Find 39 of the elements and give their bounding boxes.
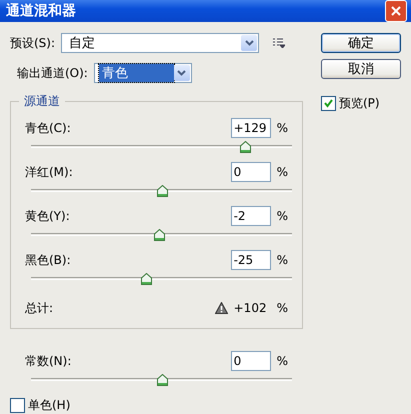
slider-thumb[interactable]: [240, 141, 252, 153]
slider-thumb[interactable]: [154, 229, 165, 241]
unit-label: %: [276, 301, 288, 315]
output-channel-dropdown[interactable]: 青色: [94, 63, 192, 83]
unit-label: %: [276, 354, 288, 368]
checkbox[interactable]: [10, 398, 25, 413]
slider-label: 洋红(M):: [25, 164, 73, 180]
close-icon: [390, 5, 402, 17]
value-field[interactable]: +129: [230, 118, 271, 138]
unit-label: %: [276, 209, 288, 223]
total-value: +102: [234, 301, 267, 315]
checkbox-label: 预览(P): [339, 95, 380, 112]
menu-icon[interactable]: [273, 38, 286, 48]
output-channel-label: 输出通道(O):: [17, 64, 88, 82]
caret-icon: [177, 70, 186, 76]
window-title: 通道混和器: [6, 2, 76, 20]
dialog-button[interactable]: 取消: [321, 59, 401, 79]
dialog-button[interactable]: 确定: [321, 33, 401, 53]
value-field[interactable]: 0: [230, 351, 271, 371]
value-field[interactable]: -25: [230, 250, 271, 270]
preset-label: 预设(S):: [10, 34, 56, 52]
slider-label: 常数(N):: [25, 352, 72, 370]
checkbox[interactable]: [321, 96, 336, 111]
unit-label: %: [276, 121, 288, 135]
slider-thumb[interactable]: [140, 273, 152, 285]
slider-label: 黄色(Y):: [25, 208, 70, 224]
unit-label: %: [276, 253, 288, 267]
close-button[interactable]: [385, 0, 407, 22]
total-label: 总计:: [25, 300, 54, 316]
caret-icon: [244, 40, 254, 46]
slider-label: 青色(C):: [25, 120, 71, 136]
slider-thumb[interactable]: [156, 185, 168, 197]
value-field[interactable]: -2: [230, 206, 271, 226]
preset-dropdown[interactable]: 自定: [61, 33, 260, 53]
slider-thumb[interactable]: [156, 374, 168, 386]
unit-label: %: [276, 165, 288, 179]
value-field[interactable]: 0: [230, 162, 271, 182]
checkbox-label: 单色(H): [28, 397, 70, 414]
slider-label: 黑色(B):: [25, 252, 71, 268]
